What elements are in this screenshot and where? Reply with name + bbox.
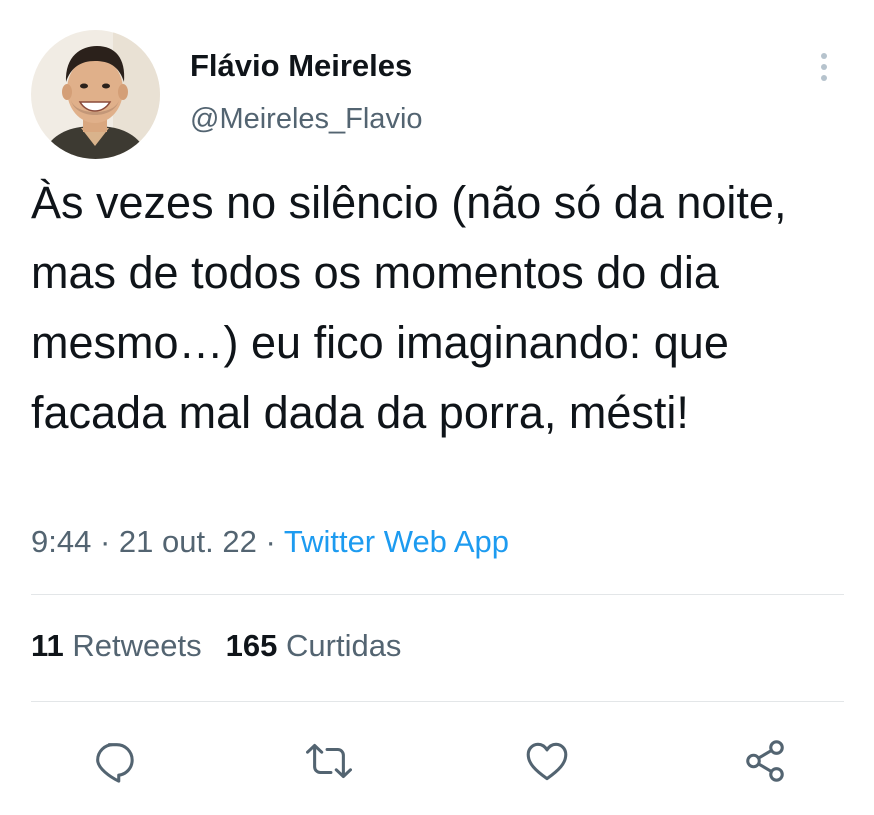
meta-separator: · bbox=[265, 524, 276, 559]
likes-count: 165 bbox=[225, 628, 278, 663]
retweets-stat[interactable]: 11 Retweets bbox=[31, 628, 202, 663]
more-vertical-icon[interactable] bbox=[812, 50, 836, 86]
tweet-date[interactable]: 21 out. 22 bbox=[119, 524, 257, 559]
author-name[interactable]: Flávio Meireles bbox=[190, 48, 412, 84]
retweets-count: 11 bbox=[31, 628, 64, 663]
avatar-image bbox=[31, 30, 160, 159]
reply-button[interactable] bbox=[90, 738, 136, 784]
tweet-meta: 9:44 · 21 out. 22 · Twitter Web App bbox=[31, 524, 509, 560]
tweet-time[interactable]: 9:44 bbox=[31, 524, 91, 559]
retweets-label: Retweets bbox=[72, 628, 202, 663]
retweet-icon bbox=[306, 743, 352, 779]
author-handle[interactable]: @Meireles_Flavio bbox=[190, 103, 423, 136]
heart-icon bbox=[526, 742, 568, 781]
share-icon bbox=[746, 740, 784, 782]
divider bbox=[31, 594, 844, 595]
tweet-source[interactable]: Twitter Web App bbox=[284, 524, 509, 559]
share-button[interactable] bbox=[742, 738, 788, 784]
tweet-card: Flávio Meireles @Meireles_Flavio Às veze… bbox=[0, 0, 874, 815]
reply-icon bbox=[96, 743, 134, 783]
divider bbox=[31, 701, 844, 702]
likes-label: Curtidas bbox=[286, 628, 402, 663]
like-button[interactable] bbox=[524, 738, 570, 784]
likes-stat[interactable]: 165 Curtidas bbox=[226, 628, 402, 663]
meta-separator: · bbox=[99, 524, 111, 559]
tweet-text: Às vezes no silêncio (não só da noite, m… bbox=[31, 177, 787, 438]
retweet-button[interactable] bbox=[306, 738, 352, 784]
avatar[interactable] bbox=[31, 30, 160, 159]
tweet-stats: 11 Retweets 165 Curtidas bbox=[31, 628, 401, 664]
